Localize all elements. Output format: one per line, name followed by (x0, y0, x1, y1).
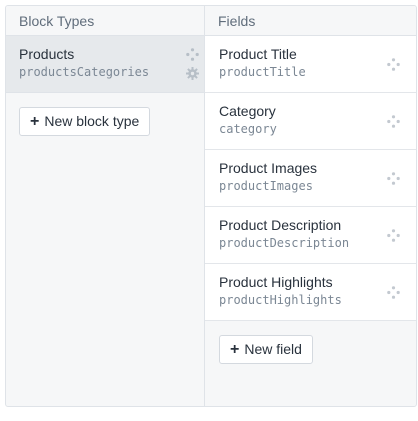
field-name: Product Highlights (219, 274, 333, 290)
move-icon[interactable] (387, 58, 400, 71)
move-icon[interactable] (387, 229, 400, 242)
field-handle: productDescription (219, 236, 350, 250)
gear-icon[interactable] (186, 67, 199, 80)
field-handle: productTitle (219, 65, 306, 79)
new-field-label: New field (244, 341, 302, 357)
move-icon[interactable] (387, 172, 400, 185)
move-icon[interactable] (387, 286, 400, 299)
field-handle: productHighlights (219, 293, 342, 307)
block-type-item[interactable]: Products productsCategories (6, 36, 204, 93)
field-handle: productImages (219, 179, 313, 193)
field-item[interactable]: Product Title productTitle (205, 36, 416, 93)
field-item[interactable]: Product Description productDescription (205, 207, 416, 264)
field-name: Product Description (219, 217, 342, 233)
move-icon[interactable] (186, 48, 199, 61)
field-name: Product Images (219, 160, 318, 176)
block-types-header: Block Types (6, 6, 204, 36)
new-block-type-button[interactable]: + New block type (19, 107, 151, 136)
field-item[interactable]: Product Highlights productHighlights (205, 264, 416, 321)
move-icon[interactable] (387, 115, 400, 128)
matrix-config-panel: Block Types Products productsCategories (5, 5, 417, 407)
fields-column: Fields Product Title productTitle Catego… (205, 6, 416, 406)
field-handle: category (219, 122, 277, 136)
fields-header: Fields (205, 6, 416, 36)
new-block-type-label: New block type (44, 113, 140, 129)
plus-icon: + (30, 112, 40, 130)
field-item[interactable]: Category category (205, 93, 416, 150)
field-name: Product Title (219, 46, 297, 62)
block-type-name: Products (19, 46, 75, 62)
plus-icon: + (230, 340, 240, 358)
new-field-button[interactable]: + New field (219, 335, 313, 364)
field-name: Category (219, 103, 276, 119)
block-type-handle: productsCategories (19, 65, 150, 79)
field-item[interactable]: Product Images productImages (205, 150, 416, 207)
block-types-column: Block Types Products productsCategories (6, 6, 205, 406)
